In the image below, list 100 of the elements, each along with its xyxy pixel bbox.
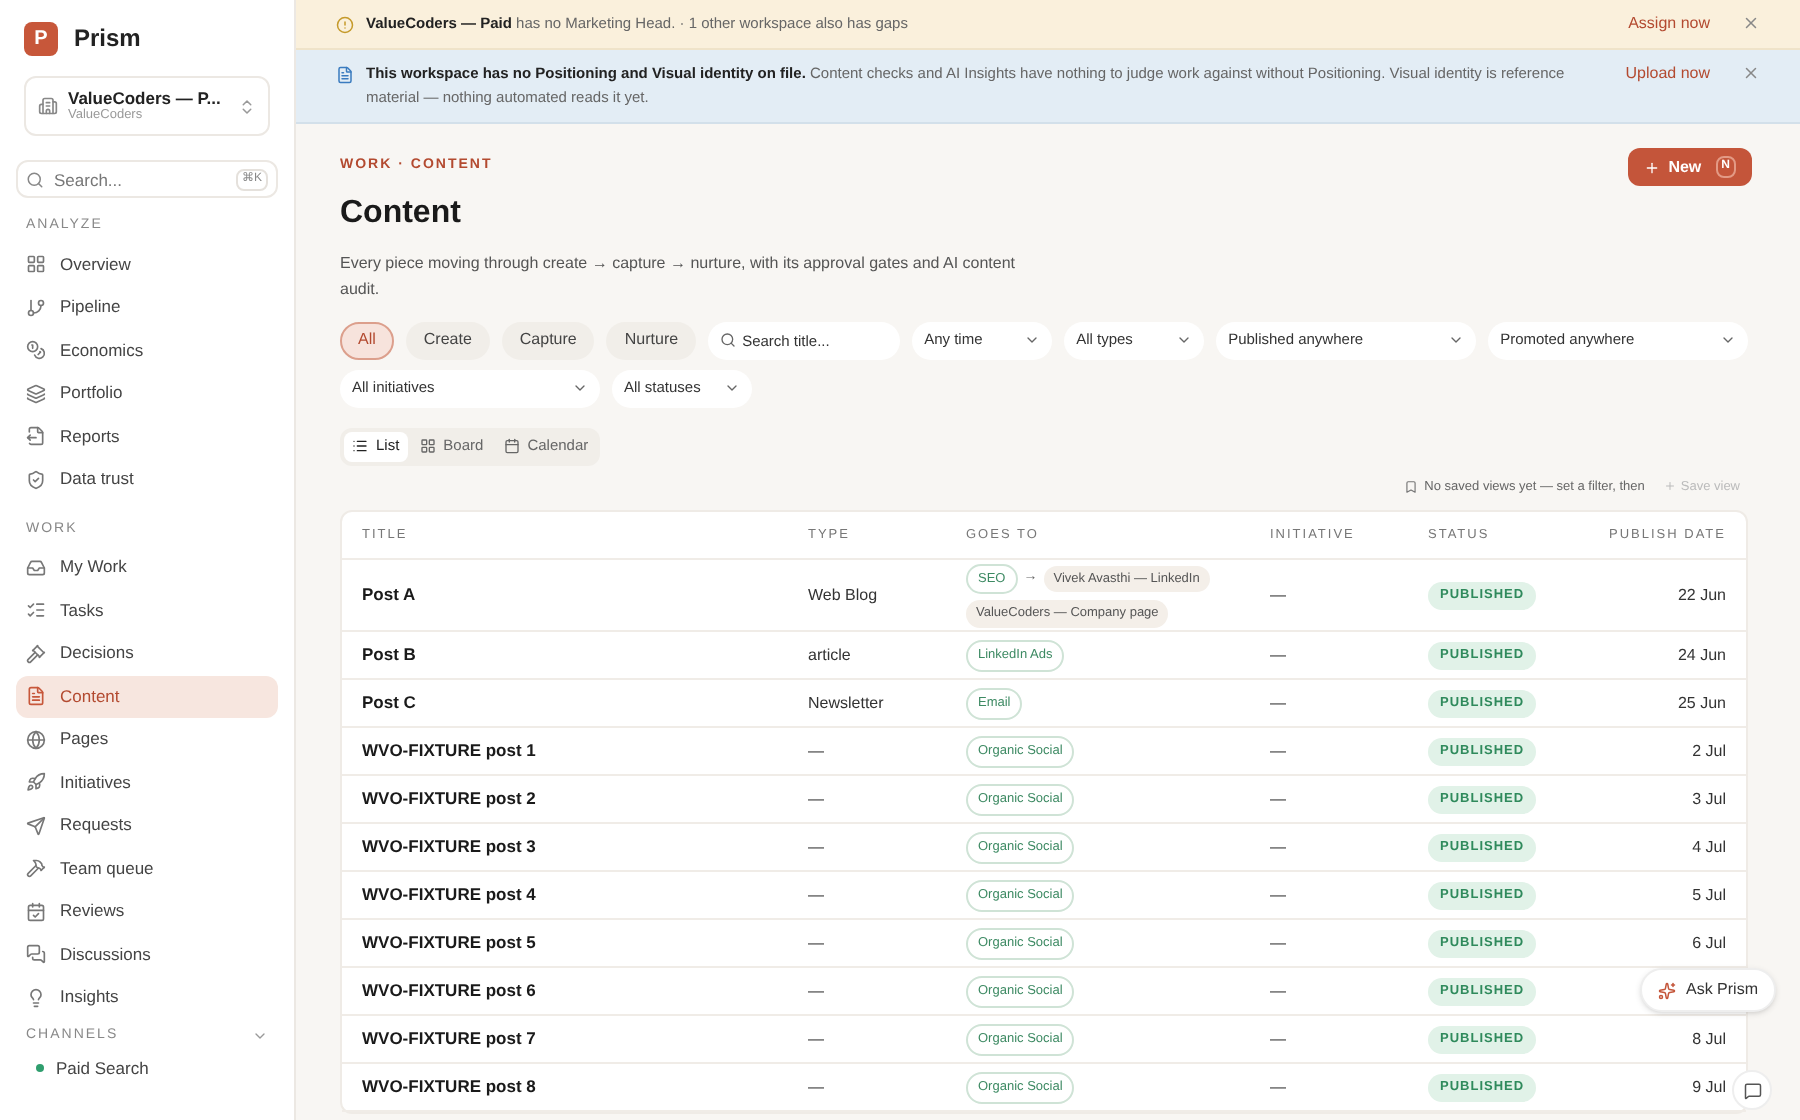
nav-item[interactable]: Initiatives: [16, 761, 278, 804]
nav-item[interactable]: Team queue: [16, 847, 278, 890]
sparkle-icon: [1658, 981, 1676, 999]
post-title: WVO-FIXTURE post 5: [362, 930, 538, 957]
nav-item[interactable]: Overview: [16, 243, 278, 286]
calendar-check-icon: [26, 901, 46, 922]
post-title: WVO-FIXTURE post 6: [362, 978, 538, 1005]
coins-icon: [26, 340, 46, 361]
table-cell: —: [808, 787, 824, 812]
send-icon: [26, 815, 46, 836]
feedback-button[interactable]: [1732, 1070, 1772, 1110]
ask-prism-button[interactable]: Ask Prism: [1640, 968, 1776, 1012]
publish-date: 9 Jul: [1692, 1075, 1726, 1100]
table-cell: Web Blog: [808, 583, 878, 608]
table-cell: —: [1270, 691, 1286, 716]
close-icon[interactable]: [1742, 64, 1760, 82]
nav-item[interactable]: Tasks: [16, 589, 278, 632]
table-cell: —: [1270, 1075, 1286, 1100]
post-title: Post A: [362, 582, 418, 609]
post-title: WVO-FIXTURE post 7: [362, 1026, 538, 1053]
grid-icon: [419, 438, 436, 454]
table-cell: —: [1270, 787, 1286, 812]
table-cell: —: [1270, 979, 1286, 1004]
inbox-icon: [26, 557, 46, 578]
post-title: WVO-FIXTURE post 1: [362, 738, 538, 765]
nav-item[interactable]: My Work: [16, 546, 278, 589]
table-cell: —: [1270, 739, 1286, 764]
nav-item[interactable]: Pipeline: [16, 286, 278, 329]
post-title: WVO-FIXTURE post 2: [362, 786, 538, 813]
building-icon: [38, 96, 58, 116]
file-export-icon: [26, 426, 46, 447]
plus-icon: [1664, 480, 1677, 493]
document-icon: [336, 66, 354, 84]
table-cell: —: [808, 931, 824, 956]
bookmark-icon: [1404, 479, 1419, 494]
nav-item[interactable]: Insights: [16, 976, 278, 1019]
nav-item[interactable]: Decisions: [16, 632, 278, 675]
stage-filter-chip[interactable]: All: [340, 321, 394, 359]
app-logo: P: [24, 21, 58, 55]
search-icon: [26, 170, 44, 188]
close-icon[interactable]: [1742, 14, 1760, 32]
hammer-icon: [26, 858, 46, 879]
banner-action-link[interactable]: Assign now: [1628, 12, 1710, 36]
stage-filter-chip[interactable]: Create: [405, 321, 490, 359]
lightbulb-icon: [26, 987, 46, 1008]
publish-date: 24 Jun: [1677, 643, 1726, 668]
banner-action-link[interactable]: Upload now: [1625, 62, 1710, 86]
publish-date: 25 Jun: [1677, 691, 1726, 716]
table-cell: —: [1270, 835, 1286, 860]
nav-item[interactable]: Data trust: [16, 458, 278, 501]
nav-item[interactable]: Reviews: [16, 890, 278, 933]
page-title: Content: [340, 193, 463, 233]
table-cell: —: [1270, 931, 1286, 956]
table-cell: —: [1270, 643, 1286, 668]
stage-filter-chip[interactable]: Nurture: [606, 321, 697, 359]
message-icon: [1743, 1081, 1761, 1099]
publish-date: 8 Jul: [1692, 1027, 1726, 1052]
layers-icon: [26, 383, 46, 404]
publish-date: 4 Jul: [1692, 835, 1726, 860]
checklist-icon: [26, 600, 46, 621]
chevron-down-icon: [1720, 332, 1737, 348]
publish-date: 2 Jul: [1692, 739, 1726, 764]
stage-filter-chip[interactable]: Capture: [501, 321, 595, 359]
chevron-updown-icon: [238, 97, 256, 115]
nav-item[interactable]: Economics: [16, 329, 278, 372]
table-cell: —: [808, 1075, 824, 1100]
plus-icon: [1644, 159, 1661, 175]
table-cell: —: [808, 883, 824, 908]
grid-icon: [26, 254, 46, 275]
globe-icon: [26, 729, 46, 750]
chevron-down-icon: [724, 380, 740, 396]
table-cell: —: [808, 1027, 824, 1052]
post-title: WVO-FIXTURE post 4: [362, 882, 538, 909]
channel-item[interactable]: Paid Search: [16, 1046, 278, 1090]
table-cell: Newsletter: [808, 691, 884, 716]
chat-icon: [26, 944, 46, 965]
chevron-down-icon: [1176, 332, 1193, 348]
nav-item[interactable]: Discussions: [16, 933, 278, 976]
shield-check-icon: [26, 469, 46, 490]
post-title: WVO-FIXTURE post 8: [362, 1074, 538, 1101]
nav-item[interactable]: Requests: [16, 804, 278, 847]
post-title: Post C: [362, 690, 418, 717]
table-cell: —: [808, 739, 824, 764]
nav-item[interactable]: Portfolio: [16, 372, 278, 415]
publish-date: 22 Jun: [1677, 583, 1726, 608]
chevron-down-icon: [1448, 332, 1465, 348]
post-title: Post B: [362, 642, 418, 669]
search-icon: [720, 332, 737, 348]
chevron-down-icon: [1024, 332, 1041, 348]
workspace-name: ValueCoders — P...: [68, 89, 223, 106]
table-cell: —: [1270, 883, 1286, 908]
document-icon: [26, 686, 46, 707]
gavel-icon: [26, 643, 46, 664]
nav-item[interactable]: Reports: [16, 415, 278, 458]
nav-item[interactable]: Pages: [16, 718, 278, 761]
table-cell: —: [808, 835, 824, 860]
publish-date: 6 Jul: [1692, 931, 1726, 956]
publish-date: 3 Jul: [1692, 787, 1726, 812]
nav-item[interactable]: Content: [16, 675, 278, 718]
rocket-icon: [26, 772, 46, 793]
